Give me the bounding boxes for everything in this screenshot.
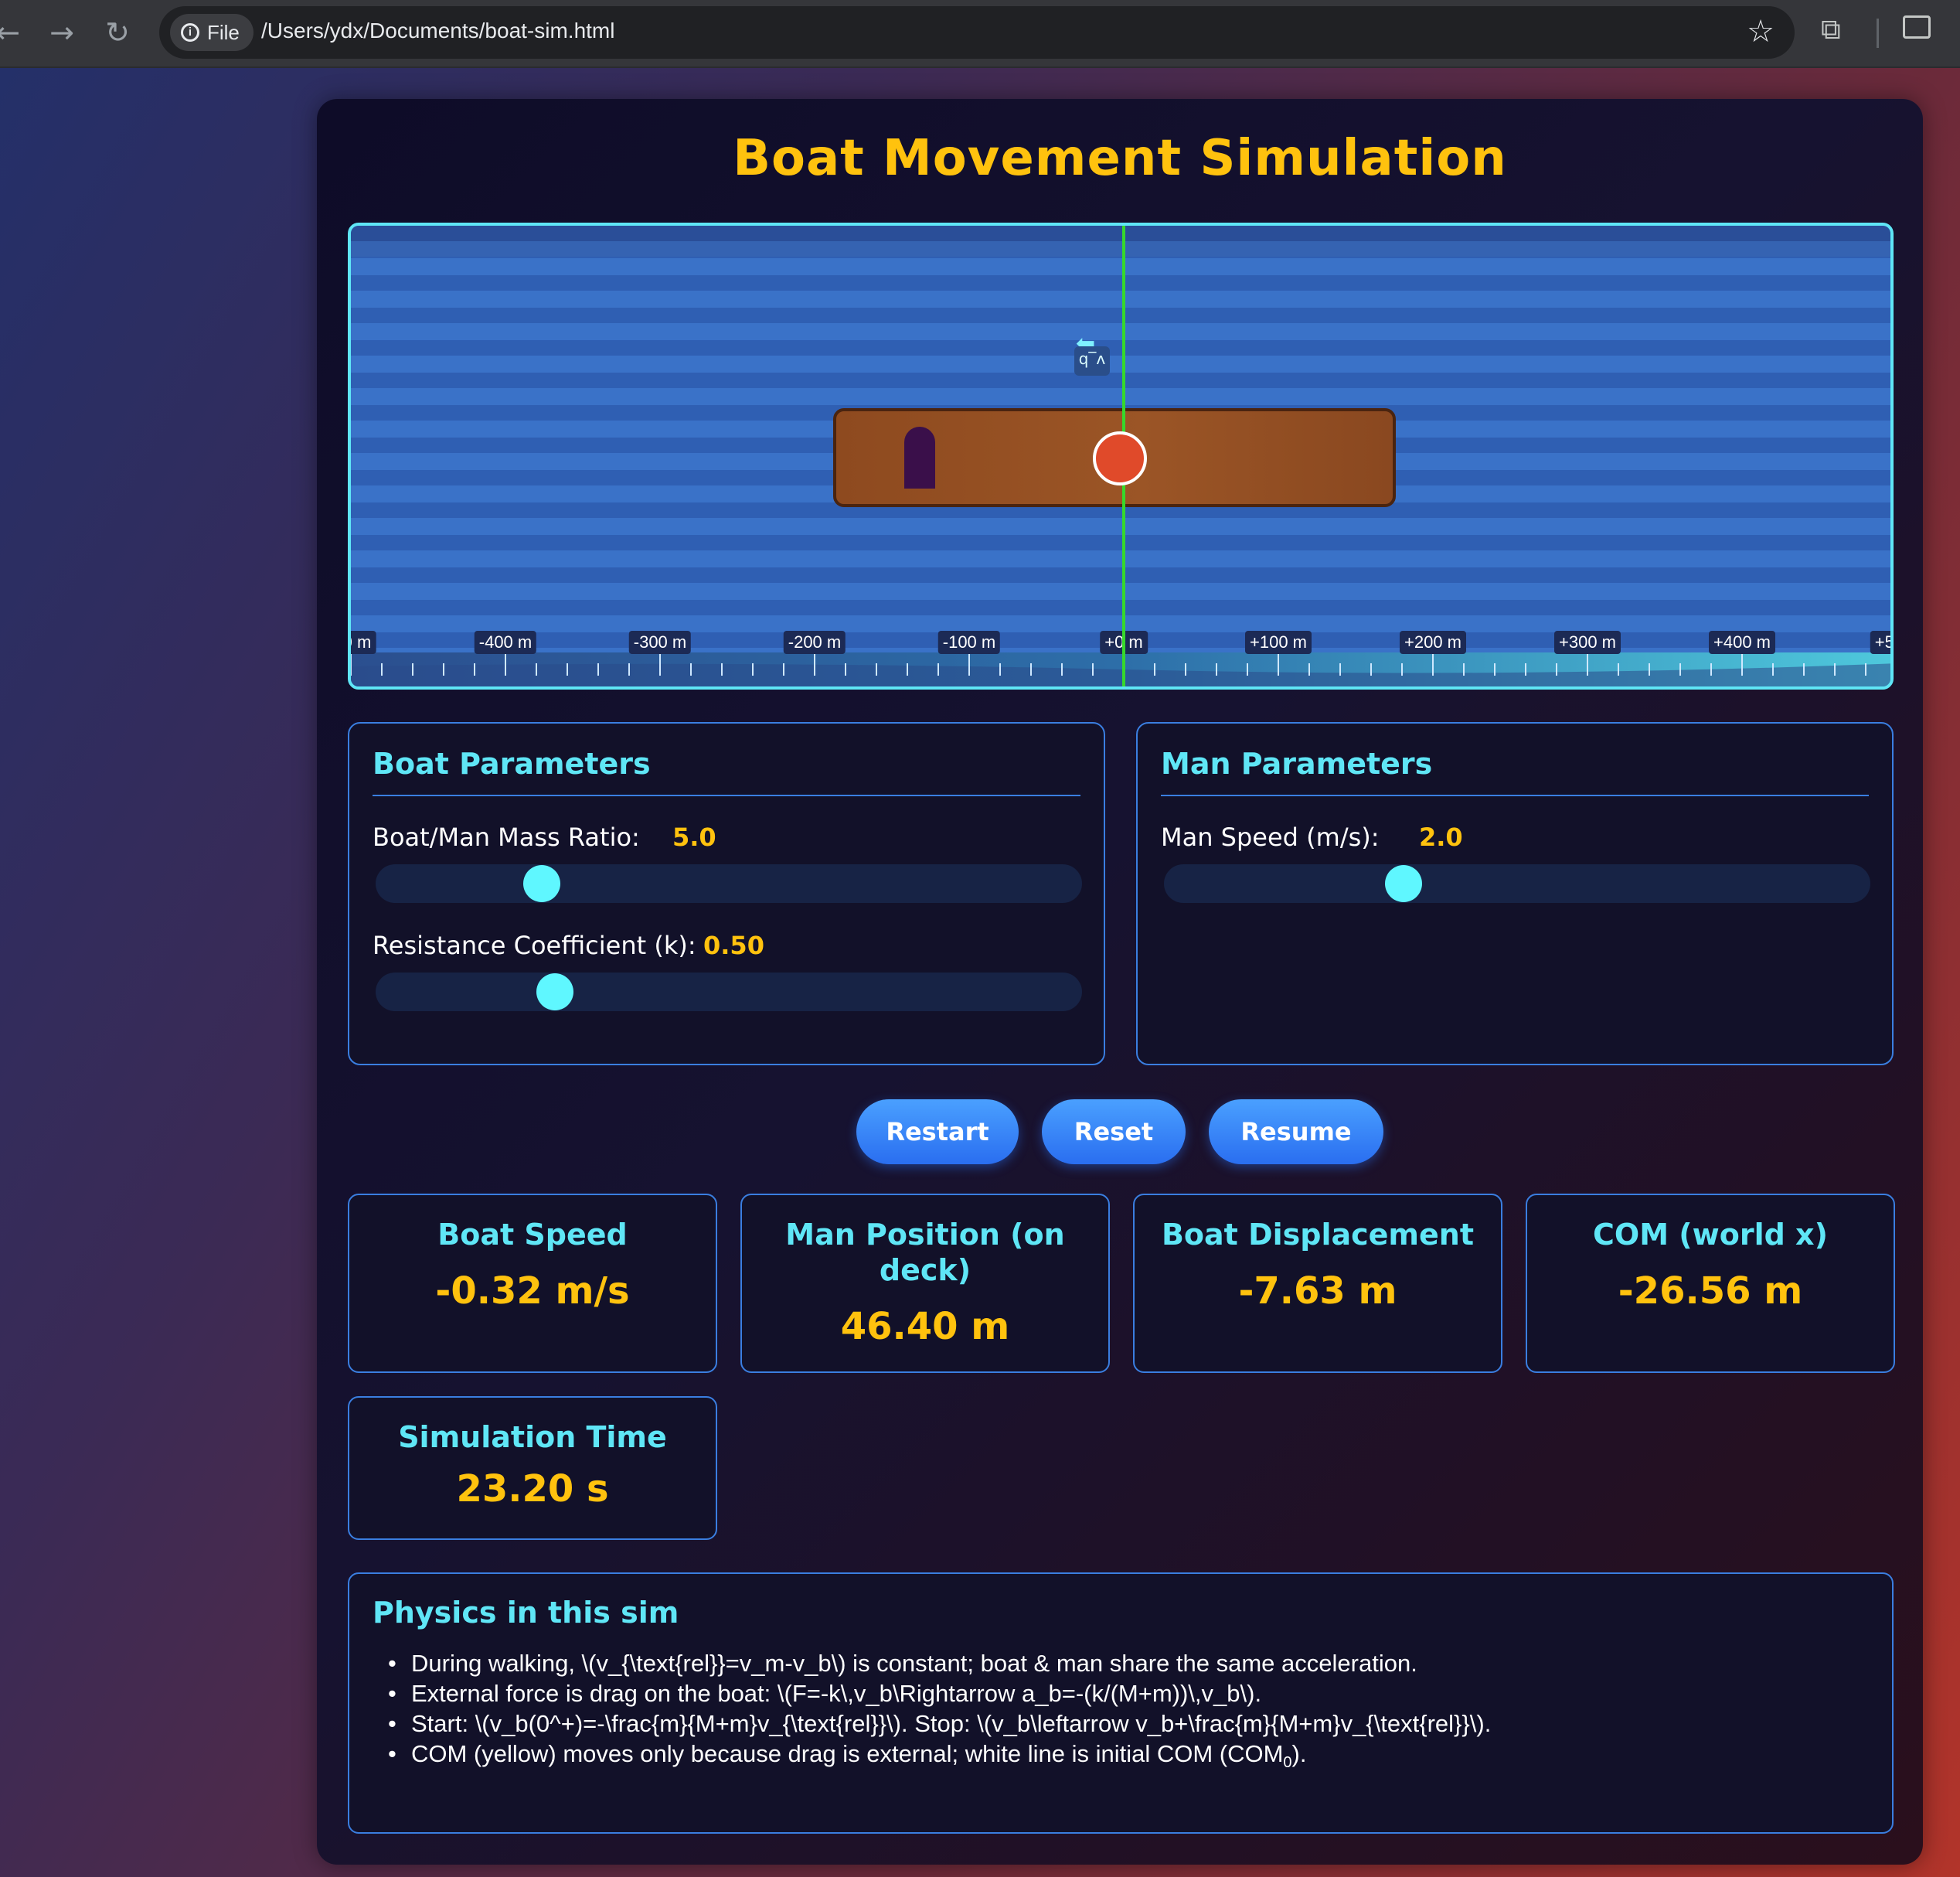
stat-label: Man Position (on deck) — [785, 1218, 1065, 1287]
browser-toolbar: ← → ↻ i File /Users/ydx/Documents/boat-s… — [0, 0, 1960, 68]
extensions-icon[interactable]: ⧉ — [1821, 14, 1841, 46]
water-surface — [351, 226, 1890, 257]
url-text[interactable]: /Users/ydx/Documents/boat-sim.html — [261, 19, 614, 43]
panel-heading: Boat Parameters — [373, 747, 651, 781]
mass-ratio-value: 5.0 — [672, 823, 716, 852]
restart-button[interactable]: Restart — [856, 1099, 1019, 1164]
stat-value: 23.20 s — [456, 1467, 609, 1511]
axis-label: +100 m — [1245, 631, 1312, 654]
divider — [373, 795, 1080, 796]
subscript: 0 — [1283, 1754, 1292, 1772]
slider-thumb[interactable] — [1384, 865, 1422, 902]
back-icon[interactable]: ← — [0, 14, 26, 51]
stat-label: Boat Displacement — [1161, 1218, 1475, 1252]
man-position-card: Man Position (on deck) 46.40 m — [740, 1194, 1110, 1373]
simulation-canvas: 0 m -400 m -300 m -200 m -100 m +0 m +10… — [348, 223, 1894, 690]
slider-thumb[interactable] — [522, 865, 560, 902]
com-card: COM (world x) -26.56 m — [1526, 1194, 1895, 1373]
tab-search-icon[interactable] — [1903, 15, 1931, 39]
axis-label: -300 m — [628, 631, 692, 654]
man-speed-slider[interactable] — [1164, 864, 1870, 903]
reset-button[interactable]: Reset — [1042, 1099, 1186, 1164]
simulation-time-card: Simulation Time 23.20 s — [348, 1396, 717, 1540]
axis-label: +5( — [1870, 631, 1890, 654]
axis-label: +200 m — [1400, 631, 1466, 654]
stat-value: -26.56 m — [1618, 1269, 1803, 1313]
boat-speed-card: Boat Speed -0.32 m/s — [348, 1194, 717, 1373]
page-title: Boat Movement Simulation — [733, 130, 1507, 187]
list-item: COM (yellow) moves only because drag is … — [388, 1739, 1491, 1778]
axis-label: 0 m — [351, 631, 376, 654]
resistance-label: Resistance Coefficient (k): — [373, 931, 696, 960]
panel-heading: Man Parameters — [1161, 747, 1433, 781]
man-speed-label: Man Speed (m/s): — [1161, 823, 1380, 852]
boat-parameters-panel: Boat Parameters Boat/Man Mass Ratio: 5.0… — [348, 722, 1105, 1065]
address-bar[interactable]: i File /Users/ydx/Documents/boat-sim.htm… — [159, 6, 1795, 59]
resistance-slider[interactable] — [376, 973, 1082, 1011]
panel-heading: Physics in this sim — [373, 1596, 679, 1630]
axis-label: -400 m — [474, 631, 537, 654]
stat-value: -0.32 m/s — [435, 1269, 630, 1313]
stat-value: 46.40 m — [840, 1305, 1010, 1348]
toolbar-divider — [1877, 19, 1879, 48]
axis-label: +300 m — [1554, 631, 1621, 654]
physics-list: During walking, \(v_{\text{rel}}=v_m-v_b… — [388, 1648, 1491, 1778]
man-figure — [904, 427, 935, 489]
stat-label: Simulation Time — [398, 1420, 667, 1454]
reload-icon[interactable]: ↻ — [99, 14, 136, 51]
axis-label: +400 m — [1709, 631, 1775, 654]
seabed — [351, 652, 1890, 686]
axis-label: -200 m — [783, 631, 846, 654]
list-item: Start: \(v_b(0^+)=-\frac{m}{M+m}v_{\text… — [388, 1708, 1491, 1739]
slider-thumb[interactable] — [536, 973, 573, 1010]
list-item-suffix: ). — [1291, 1740, 1307, 1767]
site-info-chip[interactable]: i File — [170, 14, 254, 51]
physics-panel: Physics in this sim During walking, \(v_… — [348, 1572, 1894, 1834]
stat-value: -7.63 m — [1238, 1269, 1397, 1313]
file-chip-label: File — [207, 20, 240, 44]
list-item-text: COM (yellow) moves only because drag is … — [411, 1740, 1284, 1767]
man-parameters-panel: Man Parameters Man Speed (m/s): 2.0 — [1136, 722, 1894, 1065]
man-speed-value: 2.0 — [1419, 823, 1463, 852]
resistance-value: 0.50 — [703, 931, 764, 960]
forward-icon[interactable]: → — [43, 14, 80, 51]
mass-ratio-slider[interactable] — [376, 864, 1082, 903]
stat-label: COM (world x) — [1593, 1218, 1828, 1252]
divider — [1161, 795, 1869, 796]
velocity-badge: v_b — [1074, 346, 1110, 376]
com-marker — [1093, 431, 1147, 485]
simulation-card: Boat Movement Simulation 0 m -400 m -300… — [317, 99, 1923, 1865]
axis-label: -100 m — [937, 631, 1001, 654]
bookmark-star-icon[interactable]: ☆ — [1747, 14, 1775, 49]
boat-displacement-card: Boat Displacement -7.63 m — [1133, 1194, 1502, 1373]
list-item: During walking, \(v_{\text{rel}}=v_m-v_b… — [388, 1648, 1491, 1678]
info-icon: i — [181, 23, 199, 42]
stat-label: Boat Speed — [437, 1218, 628, 1252]
list-item: External force is drag on the boat: \(F=… — [388, 1678, 1491, 1708]
mass-ratio-label: Boat/Man Mass Ratio: — [373, 823, 640, 852]
resume-button[interactable]: Resume — [1209, 1099, 1383, 1164]
